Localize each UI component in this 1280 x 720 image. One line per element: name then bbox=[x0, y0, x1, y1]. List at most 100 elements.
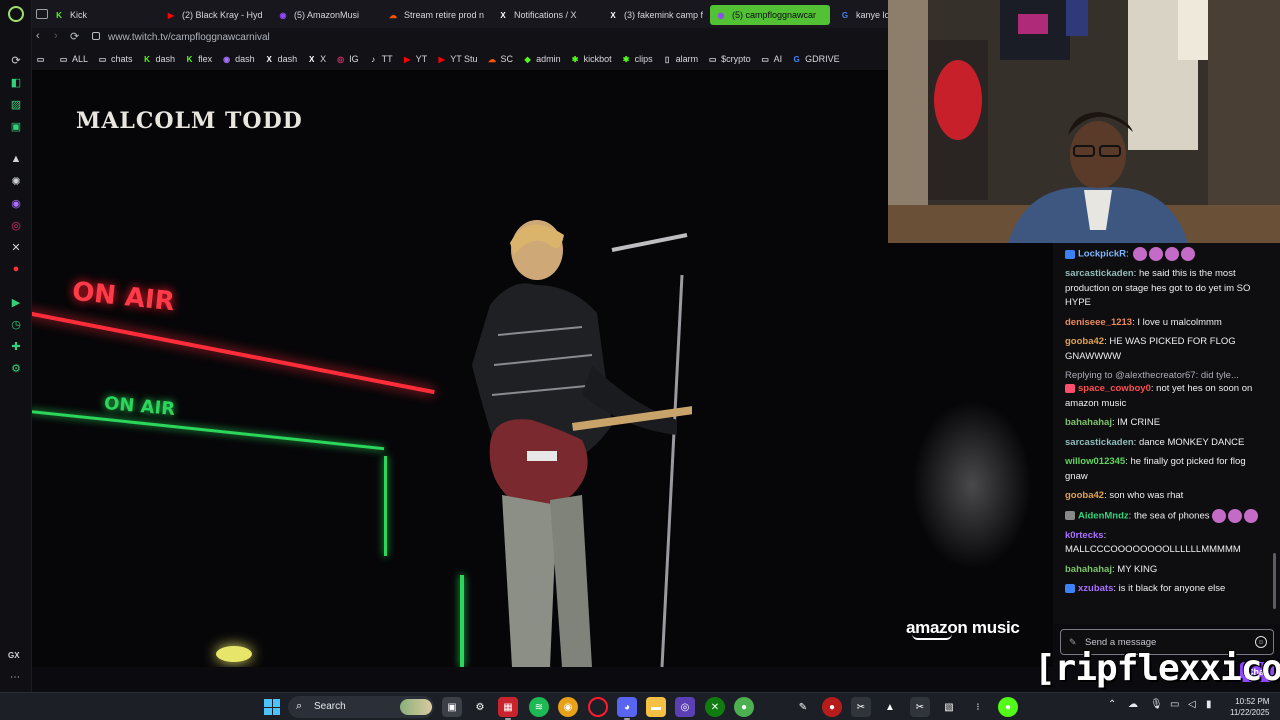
task-view-icon[interactable]: ▣ bbox=[442, 697, 462, 717]
microphone-icon[interactable]: 🎙 bbox=[1150, 699, 1163, 710]
bookmark-item[interactable]: ☁ SC bbox=[488, 54, 513, 64]
chat-username[interactable]: gooba42 bbox=[1065, 490, 1104, 501]
chat-message[interactable]: LockpickR: bbox=[1065, 247, 1270, 262]
browser-tab[interactable]: ◉ (5) campfloggnawcar bbox=[710, 5, 830, 25]
paint-icon[interactable]: ✎ bbox=[793, 697, 813, 717]
cloud-icon[interactable]: ☁ bbox=[1128, 699, 1138, 710]
capcut-alt-icon[interactable]: ✂ bbox=[910, 697, 930, 717]
chat-username[interactable]: deniseee_1213 bbox=[1065, 317, 1132, 328]
chat-badge-icon[interactable] bbox=[1065, 511, 1075, 521]
bookmark-item[interactable]: XX bbox=[307, 54, 326, 64]
bookmark-item[interactable]: ✱ clips bbox=[622, 54, 653, 64]
chat-username[interactable]: gooba42 bbox=[1065, 336, 1104, 347]
chat-username[interactable]: willow012345 bbox=[1065, 456, 1125, 467]
tray-overflow-icon[interactable]: ⌃ bbox=[1108, 699, 1116, 710]
obs-app-icon[interactable]: ◎ bbox=[675, 697, 695, 717]
chat-emote-icon[interactable] bbox=[1149, 247, 1164, 261]
chat-message[interactable]: sarcastickaden: dance MONKEY DANCE bbox=[1065, 436, 1270, 451]
player-icon[interactable]: ▶ bbox=[8, 294, 24, 310]
red-app-icon[interactable]: ● bbox=[822, 697, 842, 717]
chat-message[interactable]: deniseee_1213: I love u malcolmmm bbox=[1065, 316, 1270, 331]
chat-username[interactable]: bahahahaj bbox=[1065, 564, 1112, 575]
bookmark-item[interactable]: ▭ chats bbox=[98, 54, 133, 64]
chat-username[interactable]: sarcastickaden bbox=[1065, 268, 1134, 279]
chat-settings-icon[interactable]: ✎ bbox=[1069, 637, 1079, 647]
twitch-icon[interactable]: ◉ bbox=[8, 195, 24, 211]
gx-label[interactable]: GX bbox=[8, 651, 20, 660]
chat-message[interactable]: bahahahaj: MY KING bbox=[1065, 563, 1270, 578]
bookmark-item[interactable]: ▭ AI bbox=[761, 54, 782, 64]
flag-icon[interactable]: ▨ bbox=[8, 96, 24, 112]
chat-username[interactable]: k0rtecks bbox=[1065, 530, 1104, 541]
browser-tab[interactable]: ▶ (2) Black Kray - Hyd bbox=[166, 5, 266, 25]
chat-username[interactable]: sarcastickaden bbox=[1065, 437, 1134, 448]
browser-tab[interactable]: ◉ (5) AmazonMusi bbox=[278, 5, 378, 25]
chrome-icon[interactable]: ◉ bbox=[558, 697, 578, 717]
chat-emote-icon[interactable] bbox=[1181, 247, 1196, 261]
weather-widget-icon[interactable] bbox=[6, 696, 30, 718]
chat-message-input[interactable] bbox=[1085, 635, 1255, 649]
discord-icon[interactable]: ◕ bbox=[617, 697, 637, 720]
chat-message[interactable]: xzubats: is it black for anyone else bbox=[1065, 582, 1270, 597]
tab-overview-icon[interactable] bbox=[36, 9, 48, 19]
browser-tab[interactable]: X Notifications / X bbox=[498, 5, 608, 25]
opera-gx-taskbar-icon[interactable] bbox=[588, 697, 608, 717]
windows-start-icon[interactable] bbox=[264, 699, 280, 715]
warning-app-icon[interactable]: ▲ bbox=[880, 697, 900, 717]
kick-icon[interactable]: ◧ bbox=[8, 74, 24, 90]
browser-tab[interactable]: ☁ Stream retire prod n bbox=[388, 5, 498, 25]
emote-picker-icon[interactable]: ☺ bbox=[1255, 636, 1267, 648]
chat-badge-icon[interactable] bbox=[1065, 384, 1075, 393]
bookmark-item[interactable]: ◎ IG bbox=[336, 54, 359, 64]
network-icon[interactable]: ▭ bbox=[1170, 699, 1179, 710]
bookmark-item[interactable]: ▶ YT Stu bbox=[437, 54, 478, 64]
bookmark-item[interactable]: ▭ ALL bbox=[59, 54, 88, 64]
bookmark-item[interactable]: Kflex bbox=[185, 54, 212, 64]
url-field[interactable]: www.twitch.tv/campfloggnawcarnival bbox=[108, 32, 270, 43]
capture-app-icon[interactable]: ▦ bbox=[498, 697, 518, 720]
chat-message[interactable]: gooba42: HE WAS PICKED FOR FLOG GNAWWWW bbox=[1065, 335, 1270, 364]
chat-message[interactable]: k0rtecks: MALLCCCOOOOOOOOLLLLLLMMMMM bbox=[1065, 529, 1270, 558]
refresh-icon[interactable]: ⟳ bbox=[8, 52, 24, 68]
chat-message[interactable]: gooba42: son who was rhat bbox=[1065, 489, 1270, 504]
settings-app-icon[interactable]: ⚙ bbox=[470, 697, 490, 717]
youtube-icon[interactable]: ● bbox=[8, 261, 24, 277]
m-app-icon[interactable]: ▣ bbox=[8, 118, 24, 134]
battery-icon[interactable]: ▮ bbox=[1206, 699, 1212, 710]
chat-emote-icon[interactable] bbox=[1227, 508, 1242, 523]
chat-badge-icon[interactable] bbox=[1065, 249, 1075, 259]
chat-message[interactable]: AidenMndz: the sea of phones bbox=[1065, 508, 1270, 524]
kick-taskbar-icon[interactable]: ● bbox=[998, 697, 1018, 717]
chat-emote-icon[interactable] bbox=[1165, 247, 1180, 261]
chat-username[interactable]: space_cowboy0 bbox=[1078, 383, 1151, 394]
extensions-icon[interactable]: ✚ bbox=[8, 338, 24, 354]
instagram-icon[interactable]: ◎ bbox=[8, 217, 24, 233]
capcut-icon[interactable]: ✂ bbox=[851, 697, 871, 717]
browser-tab[interactable]: K Kick bbox=[54, 5, 164, 25]
bookmark-item[interactable]: ▯ alarm bbox=[663, 54, 698, 64]
opera-gx-logo-icon[interactable] bbox=[8, 6, 24, 22]
chat-emote-icon[interactable] bbox=[1133, 247, 1148, 261]
x-icon[interactable]: ✕ bbox=[8, 239, 24, 255]
taskbar-search[interactable]: ⌕ Search bbox=[288, 696, 434, 718]
more-icon[interactable]: ⋯ bbox=[10, 672, 20, 683]
file-explorer-icon[interactable]: ▬ bbox=[646, 697, 666, 717]
bookmark-item[interactable]: Xdash bbox=[265, 54, 297, 64]
chat-message[interactable]: sarcastickaden: he said this is the most… bbox=[1065, 267, 1270, 311]
reload-icon[interactable]: ⟳ bbox=[70, 30, 79, 43]
forward-icon[interactable]: › bbox=[54, 30, 58, 42]
chat-reply-context[interactable]: Replying to @alexthecreator67: did tyle.… bbox=[1065, 369, 1270, 382]
chat-username[interactable]: AidenMndz bbox=[1078, 510, 1129, 521]
chat-scrollbar[interactable] bbox=[1273, 553, 1276, 609]
chat-username[interactable]: bahahahaj bbox=[1065, 417, 1112, 428]
chat-badge-icon[interactable] bbox=[1065, 584, 1075, 594]
chat-message[interactable]: space_cowboy0: not yet hes on soon on am… bbox=[1065, 382, 1270, 411]
twitch-studio-icon[interactable]: ▧ bbox=[939, 697, 959, 717]
grid-app-icon[interactable]: ⁝ bbox=[968, 697, 988, 717]
settings-icon[interactable]: ⚙ bbox=[8, 360, 24, 376]
bookmark-item[interactable]: G GDRIVE bbox=[792, 54, 840, 64]
chat-emote-icon[interactable] bbox=[1211, 508, 1226, 523]
chat-message[interactable]: bahahahaj: IM CRINE bbox=[1065, 416, 1270, 431]
back-icon[interactable]: ‹ bbox=[36, 30, 40, 42]
xbox-icon[interactable]: ✕ bbox=[705, 697, 725, 717]
